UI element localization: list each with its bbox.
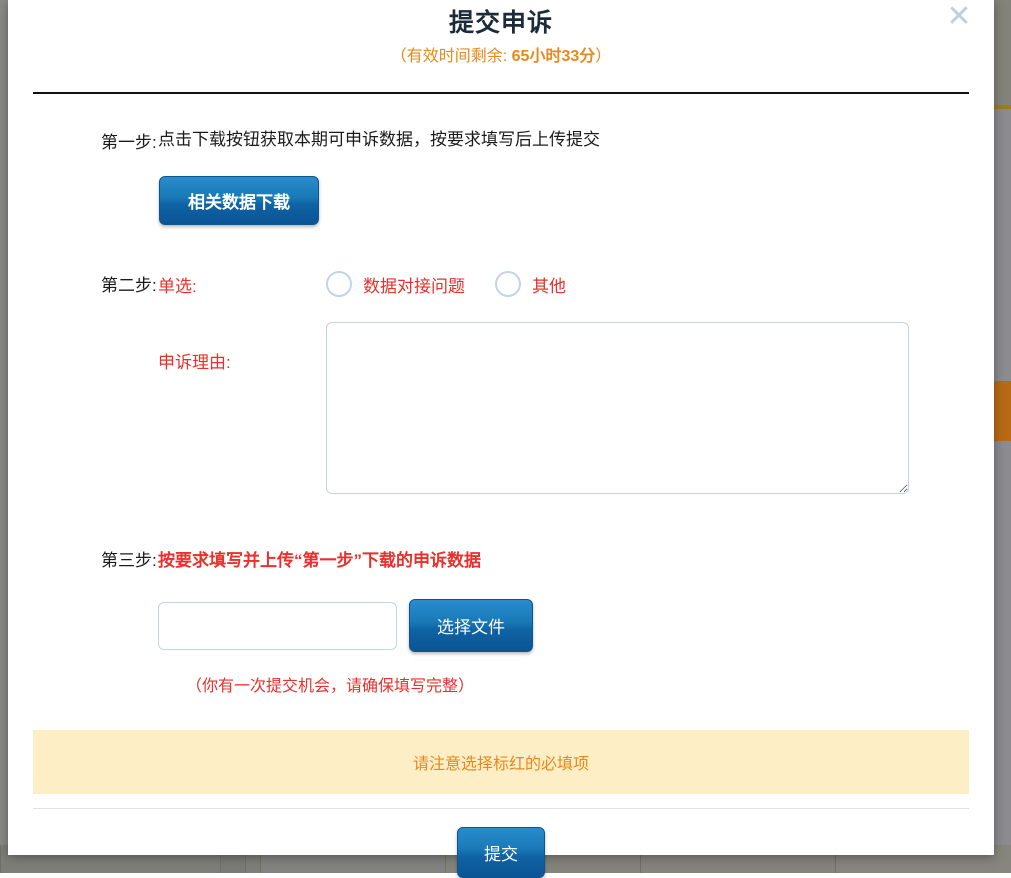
radio-circle-icon[interactable] — [326, 271, 352, 297]
step-two-section: 第二步: 单选: 数据对接问题 其他 申诉理由: — [33, 271, 969, 494]
step-one-instruction: 点击下载按钮获取本期可申诉数据，按要求填写后上传提交 — [158, 128, 969, 152]
radio-option-label: 数据对接问题 — [363, 272, 465, 297]
dialog-header: 提交申诉 （有效时间剩余: 65小时33分） ✕ — [8, 0, 994, 70]
step-one-content: 点击下载按钮获取本期可申诉数据，按要求填写后上传提交 相关数据下载 — [158, 128, 969, 225]
header-divider — [33, 92, 969, 94]
step-two-content: 单选: 数据对接问题 其他 申诉理由: — [158, 271, 969, 494]
dialog-footer: 提交 — [33, 809, 969, 878]
appeal-type-radio-group: 单选: 数据对接问题 其他 — [158, 271, 969, 297]
step-one-label: 第一步: — [33, 128, 158, 153]
submit-appeal-dialog: 提交申诉 （有效时间剩余: 65小时33分） ✕ 第一步: 点击下载按钮获取本期… — [8, 0, 994, 855]
submit-button[interactable]: 提交 — [457, 827, 545, 878]
time-remaining-value: 65小时33分 — [512, 48, 596, 65]
dialog-body: 第一步: 点击下载按钮获取本期可申诉数据，按要求填写后上传提交 相关数据下载 第… — [8, 128, 994, 878]
step-two-label: 第二步: — [33, 271, 158, 296]
subtitle-suffix: ） — [595, 48, 611, 65]
step-three-label: 第三步: — [33, 546, 158, 571]
radio-option-label: 其他 — [532, 272, 566, 297]
radio-circle-icon[interactable] — [495, 271, 521, 297]
appeal-reason-label: 申诉理由: — [158, 322, 326, 373]
choose-file-button[interactable]: 选择文件 — [409, 599, 533, 652]
single-choice-label: 单选: — [158, 272, 326, 297]
subtitle-prefix: （有效时间剩余: — [391, 48, 512, 65]
file-upload-row: 选择文件 — [158, 599, 969, 652]
radio-option-other[interactable]: 其他 — [495, 271, 566, 297]
required-fields-warning-banner: 请注意选择标红的必填项 — [33, 730, 969, 794]
appeal-reason-textarea[interactable] — [326, 322, 909, 494]
file-path-input[interactable] — [158, 602, 397, 650]
background-left-strip — [0, 0, 8, 873]
step-three-section: 第三步: 按要求填写并上传“第一步”下载的申诉数据 选择文件 （你有一次提交机会… — [33, 546, 969, 696]
step-one-section: 第一步: 点击下载按钮获取本期可申诉数据，按要求填写后上传提交 相关数据下载 — [33, 128, 969, 225]
page-title: 提交申诉 — [8, 4, 994, 42]
upload-warning-note: （你有一次提交机会，请确保填写完整） — [186, 672, 969, 696]
step-three-content: 按要求填写并上传“第一步”下载的申诉数据 选择文件 （你有一次提交机会，请确保填… — [158, 546, 969, 696]
appeal-reason-field: 申诉理由: — [158, 322, 969, 494]
radio-option-data-docking[interactable]: 数据对接问题 — [326, 271, 465, 297]
close-icon[interactable]: ✕ — [940, 0, 978, 36]
step-three-instruction: 按要求填写并上传“第一步”下载的申诉数据 — [158, 546, 969, 571]
download-data-button[interactable]: 相关数据下载 — [159, 176, 319, 225]
time-remaining-subtitle: （有效时间剩余: 65小时33分） — [8, 42, 994, 70]
